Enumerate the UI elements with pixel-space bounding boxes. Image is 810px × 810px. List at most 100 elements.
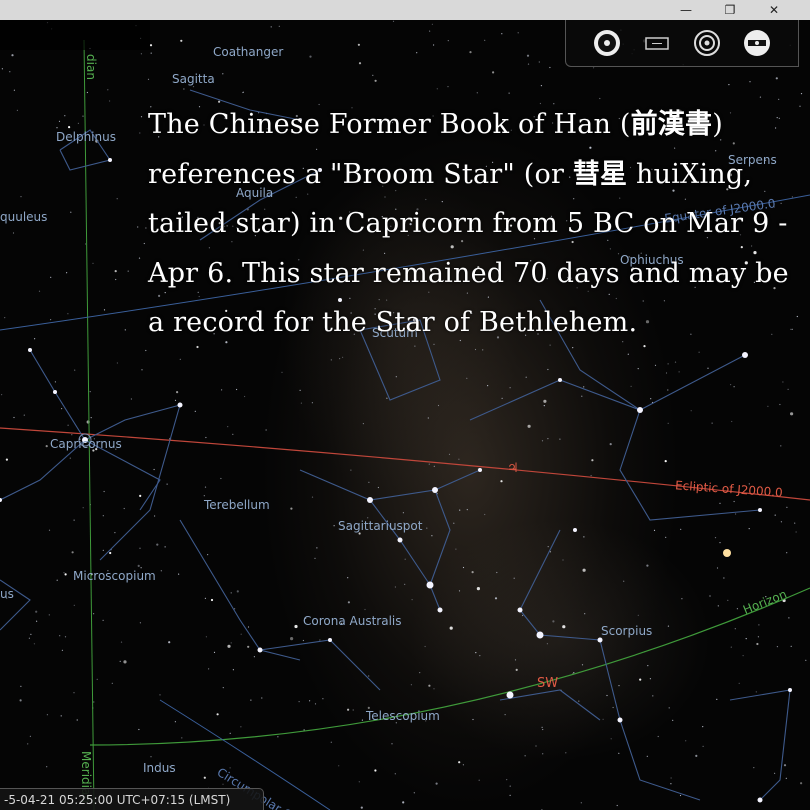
background-star xyxy=(377,486,379,489)
background-star xyxy=(109,551,112,555)
background-star xyxy=(227,426,229,428)
background-star xyxy=(547,546,549,548)
background-star xyxy=(646,564,649,567)
background-star xyxy=(538,61,540,63)
sky-view[interactable]: Coathanger Sagitta Delphinus Aquila quul… xyxy=(0,0,810,810)
target-icon[interactable] xyxy=(692,28,722,58)
background-star xyxy=(232,433,234,435)
background-star xyxy=(667,625,670,627)
background-star xyxy=(427,417,429,419)
caption-line-5: a record for the Star of Bethlehem. xyxy=(148,307,638,338)
status-datetime: -5-04-21 05:25:00 UTC+07:15 (LMST) xyxy=(4,793,231,807)
background-star xyxy=(578,700,580,702)
background-star xyxy=(431,535,433,537)
background-star xyxy=(727,599,729,602)
background-star xyxy=(618,752,620,754)
background-star xyxy=(213,651,216,654)
background-star xyxy=(652,695,654,697)
background-star xyxy=(433,465,435,467)
background-star xyxy=(59,635,61,637)
background-star xyxy=(247,626,250,628)
background-star xyxy=(347,577,349,579)
close-button[interactable]: ✕ xyxy=(754,0,794,20)
background-star xyxy=(546,643,549,645)
background-star xyxy=(664,460,667,463)
label-microscopium: Microscopium xyxy=(73,569,156,583)
background-star xyxy=(311,402,313,404)
background-star xyxy=(178,573,180,575)
background-star xyxy=(799,105,801,107)
background-star xyxy=(458,458,460,460)
background-star xyxy=(402,512,404,514)
background-star xyxy=(679,794,682,797)
background-star xyxy=(783,764,787,767)
maximize-button[interactable]: ❐ xyxy=(710,0,750,20)
background-star xyxy=(311,496,314,498)
label-capricornus: Capricornus xyxy=(50,437,122,451)
background-star xyxy=(140,53,142,55)
background-star xyxy=(731,420,733,423)
planet-marker[interactable] xyxy=(723,549,731,557)
background-star xyxy=(242,91,244,94)
background-star xyxy=(680,528,682,531)
background-star xyxy=(494,597,498,600)
background-star xyxy=(319,639,321,641)
background-star xyxy=(103,490,105,493)
background-star xyxy=(76,719,78,721)
background-star xyxy=(501,397,503,399)
background-star xyxy=(352,709,354,711)
background-star xyxy=(681,598,683,600)
background-star xyxy=(96,678,98,681)
caption-line-2: references a "Broom Star" (or 彗星 huiXing… xyxy=(148,158,753,190)
background-star xyxy=(302,639,304,642)
background-star xyxy=(160,570,162,572)
background-star xyxy=(145,349,147,352)
background-star xyxy=(56,579,58,581)
background-star xyxy=(140,116,143,118)
night-mode-icon[interactable] xyxy=(592,28,622,58)
background-star xyxy=(478,779,480,781)
background-star xyxy=(368,675,370,677)
background-star xyxy=(176,391,179,394)
background-star xyxy=(748,528,750,530)
window-mode-icon[interactable] xyxy=(642,28,672,58)
minimize-button[interactable]: — xyxy=(666,0,706,20)
background-star xyxy=(583,536,585,538)
background-star xyxy=(627,353,629,355)
background-star xyxy=(665,536,667,539)
background-star xyxy=(102,515,104,517)
background-star xyxy=(265,429,267,431)
background-star xyxy=(253,656,255,658)
background-star xyxy=(281,371,283,373)
background-star xyxy=(755,691,757,693)
background-star xyxy=(758,624,760,626)
background-star xyxy=(290,507,293,510)
label-corona-australis: Corona Australis xyxy=(303,614,402,628)
quit-icon[interactable] xyxy=(742,28,772,58)
background-star xyxy=(1,68,3,70)
background-star xyxy=(119,660,121,663)
background-star xyxy=(394,586,396,588)
background-star xyxy=(667,363,669,365)
background-star xyxy=(702,726,704,728)
background-star xyxy=(77,122,79,124)
background-star xyxy=(115,278,117,281)
background-star xyxy=(48,529,51,531)
background-star xyxy=(492,71,495,74)
background-star xyxy=(247,645,250,648)
background-star xyxy=(800,93,803,95)
background-star xyxy=(780,521,783,523)
background-star xyxy=(542,728,544,731)
background-star xyxy=(609,443,612,446)
background-star xyxy=(145,227,147,229)
background-star xyxy=(203,776,206,779)
background-star xyxy=(448,453,451,455)
background-star xyxy=(64,573,67,576)
background-star xyxy=(362,423,364,425)
caption-text: The Chinese Former Book of Han (前漢書) ref… xyxy=(148,100,789,348)
background-star xyxy=(623,580,625,582)
background-star xyxy=(391,743,393,745)
background-star xyxy=(435,782,438,785)
background-star xyxy=(316,547,318,549)
background-star xyxy=(714,537,717,539)
